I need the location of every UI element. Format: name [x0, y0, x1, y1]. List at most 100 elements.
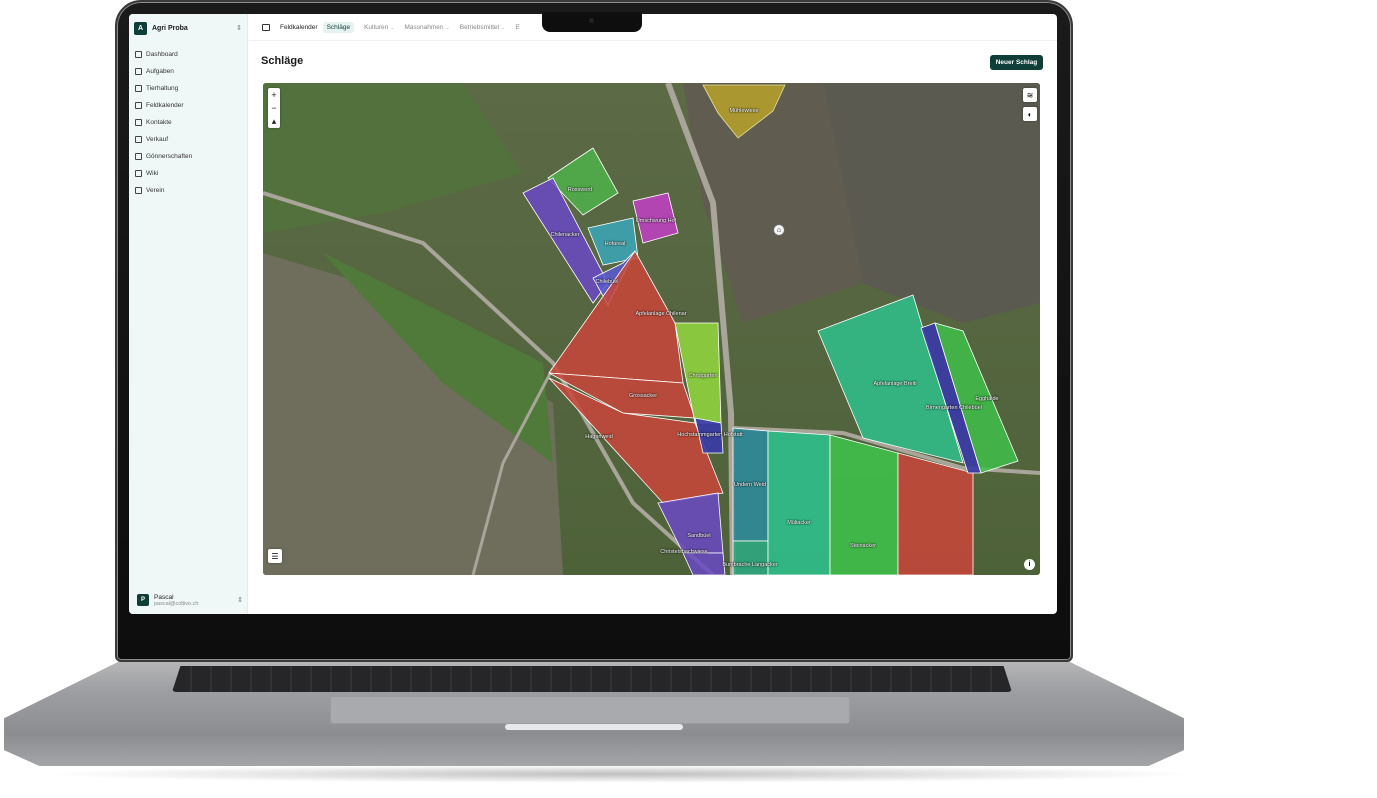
- field-label: Apfelanlage Chilenar: [635, 311, 687, 317]
- sidebar-item-verein[interactable]: Verein: [135, 182, 243, 199]
- field-calendar-icon: [135, 102, 142, 109]
- org-name: Agri Proba: [152, 24, 188, 32]
- tab-schlaege[interactable]: Schläge: [322, 21, 355, 33]
- sidebar-toggle-icon[interactable]: [262, 23, 270, 31]
- sidebar-item-label: Verein: [146, 187, 165, 194]
- field-label: Mühlewiese: [729, 108, 759, 114]
- legend-list-icon[interactable]: ☰: [268, 549, 282, 563]
- sidebar-item-label: Tierhaltung: [146, 85, 179, 92]
- zoom-in-button[interactable]: +: [271, 90, 276, 100]
- tab-massnahmen[interactable]: Massnahmen ⌄: [405, 24, 450, 31]
- field-label: Buntbrache Langacker: [722, 562, 778, 568]
- farm-home-icon[interactable]: ⌂: [773, 224, 785, 236]
- app-screen: A Agri Proba ⇕ Dashboard Aufgaben Tierha…: [129, 14, 1057, 614]
- breadcrumb[interactable]: Feldkalender: [280, 24, 318, 31]
- field-label: Rosswerd: [567, 187, 593, 193]
- top-bar: Feldkalender Schläge Kulturen ⌄ Massnahme…: [249, 14, 1057, 41]
- tab-betriebsmittel[interactable]: Betriebsmittel ⌄: [460, 24, 506, 31]
- field-label: Birnengarten Chilebüel: [926, 405, 982, 411]
- field-label: Steinacker: [850, 543, 876, 549]
- dashboard-icon: [135, 51, 142, 58]
- field-label: Apfelanlage Breiti: [873, 381, 917, 387]
- user-email: pascal@coltivo.ch: [154, 600, 199, 607]
- field-label: Egghalde: [975, 396, 999, 402]
- field-red-unlabeled[interactable]: [897, 452, 974, 575]
- sidebar-item-kontakte[interactable]: Kontakte: [135, 114, 243, 131]
- palette-icon[interactable]: ◐: [1023, 107, 1037, 121]
- tab-label: Kulturen: [364, 23, 389, 31]
- laptop-shadow: [40, 765, 1200, 783]
- tasks-icon: [135, 68, 142, 75]
- sidebar-item-label: Wiki: [146, 170, 159, 177]
- sidebar-item-label: Kontakte: [146, 119, 172, 126]
- village-area: [823, 83, 1040, 323]
- zoom-out-button[interactable]: −: [271, 103, 276, 113]
- page-title: Schläge: [261, 55, 304, 67]
- user-avatar: P: [137, 594, 149, 606]
- new-field-button[interactable]: Neuer Schlag: [990, 55, 1043, 70]
- zoom-controls: + − ▴: [268, 88, 280, 128]
- field-label: Undern Weid: [734, 482, 766, 488]
- keyboard: [172, 666, 1012, 692]
- sidebar-item-label: Aufgaben: [146, 68, 174, 75]
- sidebar-item-verkauf[interactable]: Verkauf: [135, 131, 243, 148]
- sidebar-item-feldkalender[interactable]: Feldkalender: [135, 97, 243, 114]
- field-steinacker[interactable]: [829, 434, 899, 575]
- field-label: Sandbüel: [687, 533, 711, 539]
- field-label: Umschwung Hof: [635, 218, 677, 224]
- field-mueliacker[interactable]: [767, 430, 831, 575]
- heart-icon: [135, 153, 142, 160]
- user-menu[interactable]: P Pascal pascal@coltivo.ch ⇕: [133, 590, 243, 610]
- org-avatar: A: [134, 21, 147, 35]
- compass-button[interactable]: ▴: [272, 116, 277, 127]
- org-switcher[interactable]: A Agri Proba ⇕: [134, 19, 242, 37]
- chevron-down-icon: ⌄: [390, 24, 395, 31]
- field-map[interactable]: Mühlewiese Rosswerd Umschwung Hof Chilen…: [263, 83, 1040, 575]
- chevron-updown-icon: ⇕: [237, 597, 243, 604]
- meadow-area: [263, 83, 523, 233]
- field-label: Hochstammgarten Hofstatt: [677, 432, 743, 438]
- camera-notch: [542, 12, 642, 32]
- book-icon: [135, 170, 142, 177]
- tab-truncated[interactable]: E: [515, 24, 519, 31]
- sidebar: A Agri Proba ⇕ Dashboard Aufgaben Tierha…: [129, 14, 248, 614]
- laptop-opening-lip: [505, 724, 683, 730]
- sidebar-item-goennerschaften[interactable]: Gönnerschaften: [135, 148, 243, 165]
- sidebar-item-wiki[interactable]: Wiki: [135, 165, 243, 182]
- field-label: Hagenweid: [585, 434, 613, 440]
- sidebar-nav: Dashboard Aufgaben Tierhaltung Feldkalen…: [135, 46, 243, 199]
- field-label: Chilenacker: [550, 232, 580, 238]
- field-label: Chrutgarten: [688, 373, 718, 379]
- tab-label: Betriebsmittel: [459, 23, 500, 31]
- user-info: Pascal pascal@coltivo.ch: [154, 594, 237, 607]
- livestock-icon: [135, 85, 142, 92]
- field-label: Müliacker: [787, 520, 811, 526]
- sidebar-item-label: Gönnerschaften: [146, 153, 193, 160]
- user-name: Pascal: [154, 593, 174, 601]
- chevron-updown-icon: ⇕: [236, 25, 242, 32]
- layers-icon[interactable]: ≋: [1023, 88, 1037, 102]
- group-icon: [135, 187, 142, 194]
- sidebar-item-label: Dashboard: [146, 51, 178, 58]
- field-label: Chilebüel: [595, 279, 619, 285]
- field-label: Hofareal: [604, 241, 626, 247]
- trackpad: [330, 696, 850, 724]
- sidebar-item-dashboard[interactable]: Dashboard: [135, 46, 243, 63]
- field-label: Grossacker: [628, 393, 658, 399]
- contacts-icon: [135, 119, 142, 126]
- sidebar-item-aufgaben[interactable]: Aufgaben: [135, 63, 243, 80]
- field-buntbrache-langacker[interactable]: [732, 540, 769, 575]
- chevron-down-icon: ⌄: [445, 24, 450, 31]
- info-icon[interactable]: i: [1024, 559, 1035, 570]
- sidebar-item-label: Verkauf: [146, 136, 169, 143]
- tab-kulturen[interactable]: Kulturen ⌄: [364, 24, 394, 31]
- tab-label: Massnahmen: [404, 23, 444, 31]
- chevron-down-icon: ⌄: [501, 24, 506, 31]
- sidebar-item-label: Feldkalender: [146, 102, 184, 109]
- map-canvas: [263, 83, 1040, 575]
- field-label: Christelsbachwiese: [660, 549, 708, 555]
- field-sandbuel[interactable]: [657, 492, 724, 554]
- sidebar-item-tierhaltung[interactable]: Tierhaltung: [135, 80, 243, 97]
- field-christelsbachwiese[interactable]: [682, 552, 726, 575]
- cart-icon: [135, 136, 142, 143]
